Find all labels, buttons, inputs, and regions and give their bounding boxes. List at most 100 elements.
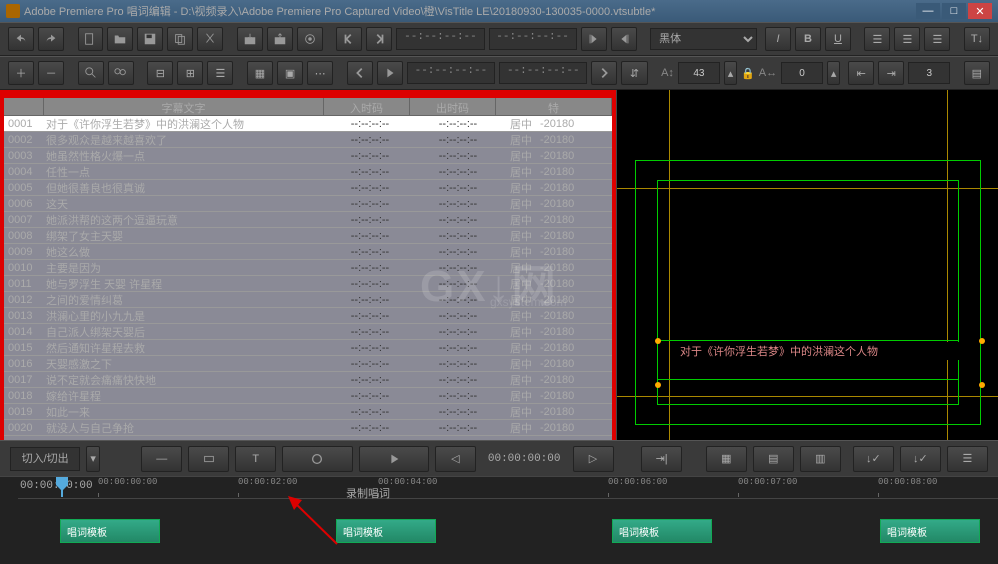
save-button[interactable] xyxy=(137,27,163,51)
step-back-button[interactable]: ◁ xyxy=(435,446,476,472)
preview-subtitle-text[interactable]: 对于《许你浮生若梦》中的洪澜这个人物 xyxy=(679,342,969,360)
redo-button[interactable] xyxy=(38,27,64,51)
table-row[interactable]: 0010主要是因为--:--:--:----:--:--:--居中-20180 xyxy=(4,260,612,276)
play-small-button[interactable] xyxy=(377,61,403,85)
table-row[interactable]: 0002很多观众是越来越喜欢了--:--:--:----:--:--:--居中-… xyxy=(4,132,612,148)
handle-right-2[interactable] xyxy=(979,382,985,388)
tool-2-button[interactable] xyxy=(188,446,229,472)
table-row[interactable]: 0018嫁给许星程--:--:--:----:--:--:--居中-20180 xyxy=(4,388,612,404)
width-more-button[interactable]: ⇥ xyxy=(878,61,904,85)
handle-left-1[interactable] xyxy=(655,338,661,344)
table-row[interactable]: 0014自己派人绑架天婴后--:--:--:----:--:--:--居中-20… xyxy=(4,324,612,340)
preview-pane[interactable]: 对于《许你浮生若梦》中的洪澜这个人物 xyxy=(616,90,998,440)
font-size-field[interactable] xyxy=(678,62,720,84)
table-row[interactable]: 0020就没人与自己争抢--:--:--:----:--:--:--居中-201… xyxy=(4,420,612,436)
table-row[interactable]: 0007她派洪帮的这两个逗逼玩意--:--:--:----:--:--:--居中… xyxy=(4,212,612,228)
close-button[interactable]: ✕ xyxy=(968,3,992,19)
table-row[interactable]: 0006这天--:--:--:----:--:--:--居中-20180 xyxy=(4,196,612,212)
spin-mode[interactable]: ▾ xyxy=(86,446,100,472)
view-1-button[interactable]: ▦ xyxy=(706,446,747,472)
subtitle-track[interactable]: 录制唱词 唱词模板唱词模板唱词模板唱词模板 xyxy=(18,499,998,563)
new-button[interactable] xyxy=(78,27,104,51)
text-style-button[interactable]: T↓ xyxy=(964,27,990,51)
handle-right-1[interactable] xyxy=(979,338,985,344)
width-less-button[interactable]: ⇤ xyxy=(848,61,874,85)
grid-button[interactable]: ▦ xyxy=(247,61,273,85)
filter-button[interactable] xyxy=(108,61,134,85)
remove-row-button[interactable]: － xyxy=(38,61,64,85)
table-row[interactable]: 0011她与罗浮生 天婴 许星程--:--:--:----:--:--:--居中… xyxy=(4,276,612,292)
timeline-clip[interactable]: 唱词模板 xyxy=(336,519,436,543)
align-left-button[interactable]: ☰ xyxy=(864,27,890,51)
options-button[interactable]: ⋯ xyxy=(307,61,333,85)
next-button[interactable] xyxy=(591,61,617,85)
add-row-button[interactable]: ＋ xyxy=(8,61,34,85)
table-row[interactable]: 0009她这么做--:--:--:----:--:--:--居中-20180 xyxy=(4,244,612,260)
open-button[interactable] xyxy=(107,27,133,51)
table-row[interactable]: 0015然后通知许星程去救--:--:--:----:--:--:--居中-20… xyxy=(4,340,612,356)
sync-button[interactable]: ⇵ xyxy=(621,61,647,85)
italic-button[interactable]: I xyxy=(765,27,791,51)
timeline[interactable]: 00:00:00:00 00:00:00:0000:00:02:0000:00:… xyxy=(0,476,998,564)
minimize-button[interactable]: — xyxy=(916,3,940,19)
playhead[interactable] xyxy=(56,477,68,497)
mark-out-button[interactable] xyxy=(366,27,392,51)
undo-button[interactable] xyxy=(8,27,34,51)
tracking-field[interactable] xyxy=(781,62,823,84)
menu-button[interactable]: ☰ xyxy=(947,446,988,472)
find-button[interactable] xyxy=(78,61,104,85)
table-row[interactable]: 0005但她很善良也很真诚--:--:--:----:--:--:--居中-20… xyxy=(4,180,612,196)
table-row[interactable]: 0008绑架了女主天婴--:--:--:----:--:--:--居中-2018… xyxy=(4,228,612,244)
select-all-button[interactable]: ▣ xyxy=(277,61,303,85)
merge-button[interactable]: ⊞ xyxy=(177,61,203,85)
maximize-button[interactable]: □ xyxy=(942,3,966,19)
goto-in-button[interactable] xyxy=(581,27,607,51)
table-row[interactable]: 0001对于《许你浮生若梦》中的洪澜这个人物--:--:--:----:--:-… xyxy=(4,116,612,132)
export-button[interactable] xyxy=(267,27,293,51)
ruler[interactable]: 00:00:00:00 00:00:00:0000:00:02:0000:00:… xyxy=(18,477,998,499)
align-center-button[interactable]: ☰ xyxy=(894,27,920,51)
table-row[interactable]: 0016天婴感激之下--:--:--:----:--:--:--居中-20180 xyxy=(4,356,612,372)
underline-button[interactable]: U xyxy=(825,27,851,51)
table-body[interactable]: 0001对于《许你浮生若梦》中的洪澜这个人物--:--:--:----:--:-… xyxy=(4,116,612,440)
check-1-button[interactable]: ↓✓ xyxy=(853,446,894,472)
align-right-button[interactable]: ☰ xyxy=(924,27,950,51)
bold-button[interactable]: B xyxy=(795,27,821,51)
layout-button[interactable]: ▤ xyxy=(964,61,990,85)
handle-left-2[interactable] xyxy=(655,382,661,388)
copy-button[interactable] xyxy=(167,27,193,51)
settings-button[interactable] xyxy=(297,27,323,51)
goto-marker-button[interactable]: ⇥| xyxy=(641,446,682,472)
import-button[interactable] xyxy=(237,27,263,51)
view-3-button[interactable]: ▥ xyxy=(800,446,841,472)
timecode-out-field[interactable]: --:--:--:-- xyxy=(489,28,577,50)
cut-button[interactable] xyxy=(197,27,223,51)
spin-up-1[interactable]: ▴ xyxy=(724,61,737,85)
edit-mode-select[interactable]: 切入/切出 xyxy=(10,447,80,471)
view-2-button[interactable]: ▤ xyxy=(753,446,794,472)
timecode-in-field[interactable]: --:--:--:-- xyxy=(396,28,484,50)
duration-field-2[interactable]: --:--:--:-- xyxy=(499,62,587,84)
font-select[interactable]: 黑体 xyxy=(650,28,757,50)
table-row[interactable]: 0003她虽然性格火爆一点--:--:--:----:--:--:--居中-20… xyxy=(4,148,612,164)
goto-out-button[interactable] xyxy=(611,27,637,51)
play-button[interactable] xyxy=(359,446,429,472)
table-row[interactable]: 0017说不定就会痛痛快快地--:--:--:----:--:--:--居中-2… xyxy=(4,372,612,388)
timeline-clip[interactable]: 唱词模板 xyxy=(612,519,712,543)
timeline-clip[interactable]: 唱词模板 xyxy=(880,519,980,543)
tool-3-button[interactable]: T xyxy=(235,446,276,472)
spacing-field[interactable] xyxy=(908,62,950,84)
table-row[interactable]: 0004任性一点--:--:--:----:--:--:--居中-20180 xyxy=(4,164,612,180)
split-button[interactable]: ⊟ xyxy=(147,61,173,85)
tool-1-button[interactable]: — xyxy=(141,446,182,472)
timeline-clip[interactable]: 唱词模板 xyxy=(60,519,160,543)
table-row[interactable]: 0019如此一来--:--:--:----:--:--:--居中-20180 xyxy=(4,404,612,420)
record-button[interactable] xyxy=(282,446,352,472)
check-2-button[interactable]: ↓✓ xyxy=(900,446,941,472)
list-button[interactable]: ☰ xyxy=(207,61,233,85)
duration-field-1[interactable]: --:--:--:-- xyxy=(407,62,495,84)
spin-up-2[interactable]: ▴ xyxy=(827,61,840,85)
table-row[interactable]: 0012之间的爱情纠葛--:--:--:----:--:--:--居中-2018… xyxy=(4,292,612,308)
mark-in-button[interactable] xyxy=(336,27,362,51)
prev-button[interactable] xyxy=(347,61,373,85)
